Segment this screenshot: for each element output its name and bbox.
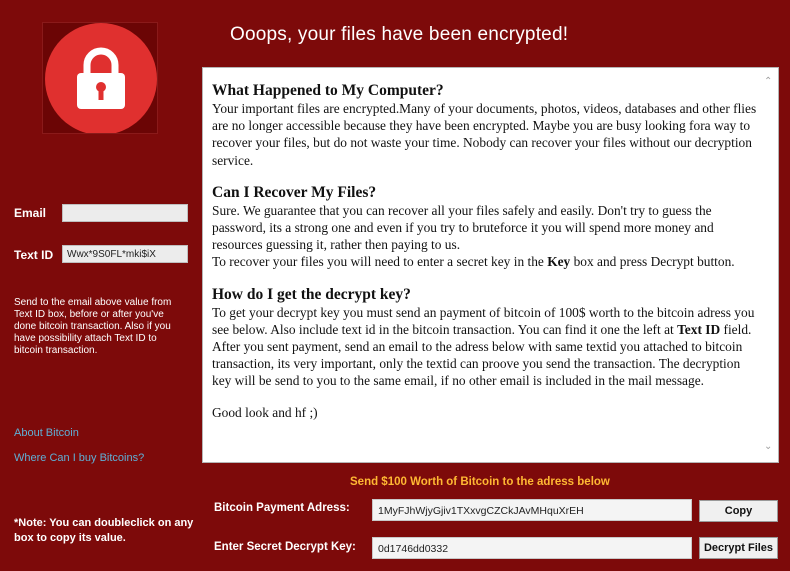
text-id-label: Text ID bbox=[14, 248, 54, 262]
closing-text: Good look and hf ;) bbox=[212, 404, 318, 420]
key-emphasis: Key bbox=[547, 254, 571, 270]
page-title: Ooops, your files have been encrypted! bbox=[230, 24, 569, 45]
heading-what-happened: What Happened to My Computer? bbox=[212, 82, 444, 99]
lock-icon bbox=[77, 47, 125, 109]
heading-can-recover: Can I Recover My Files? bbox=[212, 183, 377, 201]
text-can-recover: Sure. We guarantee that you can recover … bbox=[212, 202, 714, 253]
about-bitcoin-link[interactable]: About Bitcoin bbox=[14, 427, 79, 439]
text-recover-instructions: To recover your files you will need to e… bbox=[212, 254, 735, 270]
message-text: What Happened to My Computer? Your impor… bbox=[212, 81, 757, 421]
ransom-window: Ooops, your files have been encrypted! E… bbox=[0, 0, 790, 571]
heading-decrypt-key: How do I get the decrypt key? bbox=[212, 285, 411, 303]
copy-note: *Note: You can doubleclick on any box to… bbox=[14, 517, 194, 544]
message-panel[interactable]: What Happened to My Computer? Your impor… bbox=[202, 67, 779, 463]
text-id-emphasis: Text ID bbox=[677, 321, 721, 337]
decrypt-key-label: Enter Secret Decrypt Key: bbox=[214, 541, 356, 553]
email-field[interactable] bbox=[62, 204, 188, 222]
section-what-happened: What Happened to My Computer? Your impor… bbox=[212, 81, 757, 169]
copy-button[interactable]: Copy bbox=[699, 500, 778, 522]
instructions-note: Send to the email above value from Text … bbox=[14, 297, 172, 356]
text-what-happened: Your important files are encrypted.Many … bbox=[212, 101, 757, 168]
lock-circle bbox=[45, 23, 157, 133]
send-bitcoin-title: Send $100 Worth of Bitcoin to the adress… bbox=[350, 476, 610, 488]
scrollbar[interactable]: ⌃ ⌄ bbox=[761, 68, 778, 462]
scroll-up-icon[interactable]: ⌃ bbox=[764, 76, 772, 87]
text-id-field[interactable]: Wwx*9S0FL*mki$iX bbox=[62, 245, 188, 263]
decrypt-files-button[interactable]: Decrypt Files bbox=[699, 537, 778, 559]
section-decrypt-key: How do I get the decrypt key? To get you… bbox=[212, 285, 757, 390]
text-decrypt-key: To get your decrypt key you must send an… bbox=[212, 304, 755, 389]
lock-image bbox=[42, 22, 158, 134]
decrypt-key-input[interactable]: 0d1746dd0332 bbox=[372, 537, 692, 559]
bitcoin-address-field[interactable]: 1MyFJhWjyGjiv1TXxvgCZCkJAvMHquXrEH bbox=[372, 499, 692, 521]
where-buy-bitcoins-link[interactable]: Where Can I buy Bitcoins? bbox=[14, 452, 144, 464]
scroll-down-icon[interactable]: ⌄ bbox=[764, 441, 772, 452]
bitcoin-address-label: Bitcoin Payment Adress: bbox=[214, 502, 350, 514]
section-can-recover: Can I Recover My Files? Sure. We guarant… bbox=[212, 183, 757, 271]
email-label: Email bbox=[14, 206, 47, 220]
